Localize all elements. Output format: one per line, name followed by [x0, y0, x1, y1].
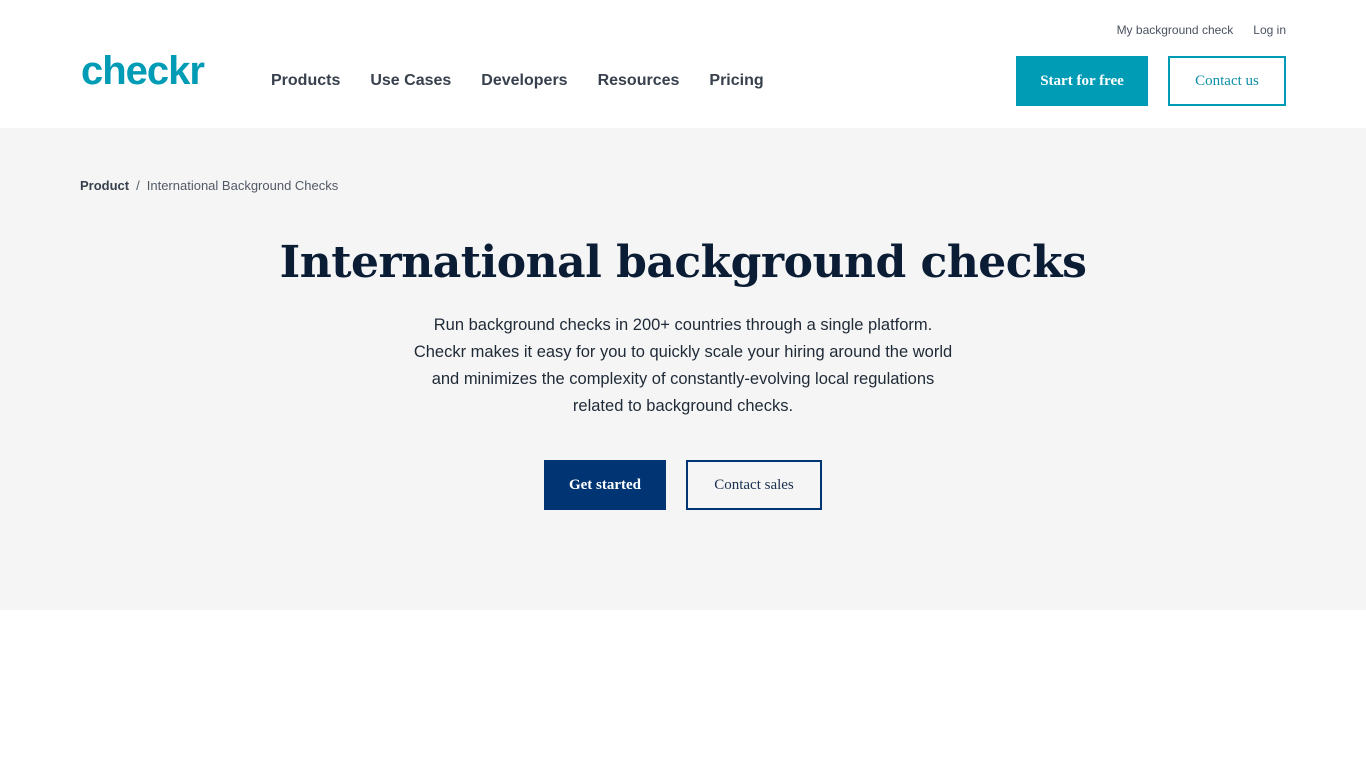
- main-nav: Products Use Cases Developers Resources …: [271, 70, 794, 92]
- site-header: checkr Products Use Cases Developers Res…: [0, 0, 1366, 128]
- checkr-logo[interactable]: checkr: [81, 47, 205, 95]
- breadcrumb: Product / International Background Check…: [80, 177, 338, 195]
- page-title: International background checks: [279, 237, 1087, 288]
- contact-us-button[interactable]: Contact us: [1168, 56, 1286, 106]
- get-started-button[interactable]: Get started: [544, 460, 666, 510]
- hero-description: Run background checks in 200+ countries …: [343, 312, 1023, 420]
- contact-sales-button[interactable]: Contact sales: [686, 460, 822, 510]
- utility-nav: My background check Log in: [1117, 22, 1286, 38]
- hero-cta-group: Get started Contact sales: [544, 460, 822, 510]
- log-in-link[interactable]: Log in: [1253, 22, 1286, 38]
- hero-section: Product / International Background Check…: [0, 128, 1366, 610]
- hero-description-line: Checkr makes it easy for you to quickly …: [413, 343, 953, 361]
- nav-item-use-cases[interactable]: Use Cases: [370, 70, 451, 92]
- hero-description-line: and minimizes the complexity of constant…: [431, 370, 935, 388]
- my-background-check-link[interactable]: My background check: [1117, 22, 1234, 38]
- breadcrumb-product-link[interactable]: Product: [80, 177, 129, 195]
- breadcrumb-current: International Background Checks: [146, 178, 339, 193]
- nav-item-pricing[interactable]: Pricing: [709, 70, 763, 92]
- breadcrumb-separator: /: [136, 178, 140, 193]
- nav-item-resources[interactable]: Resources: [598, 70, 680, 92]
- nav-item-developers[interactable]: Developers: [481, 70, 567, 92]
- hero-description-line: related to background checks.: [572, 397, 794, 415]
- hero-description-line: Run background checks in 200+ countries …: [433, 316, 933, 334]
- start-for-free-button[interactable]: Start for free: [1016, 56, 1148, 106]
- nav-item-products[interactable]: Products: [271, 70, 340, 92]
